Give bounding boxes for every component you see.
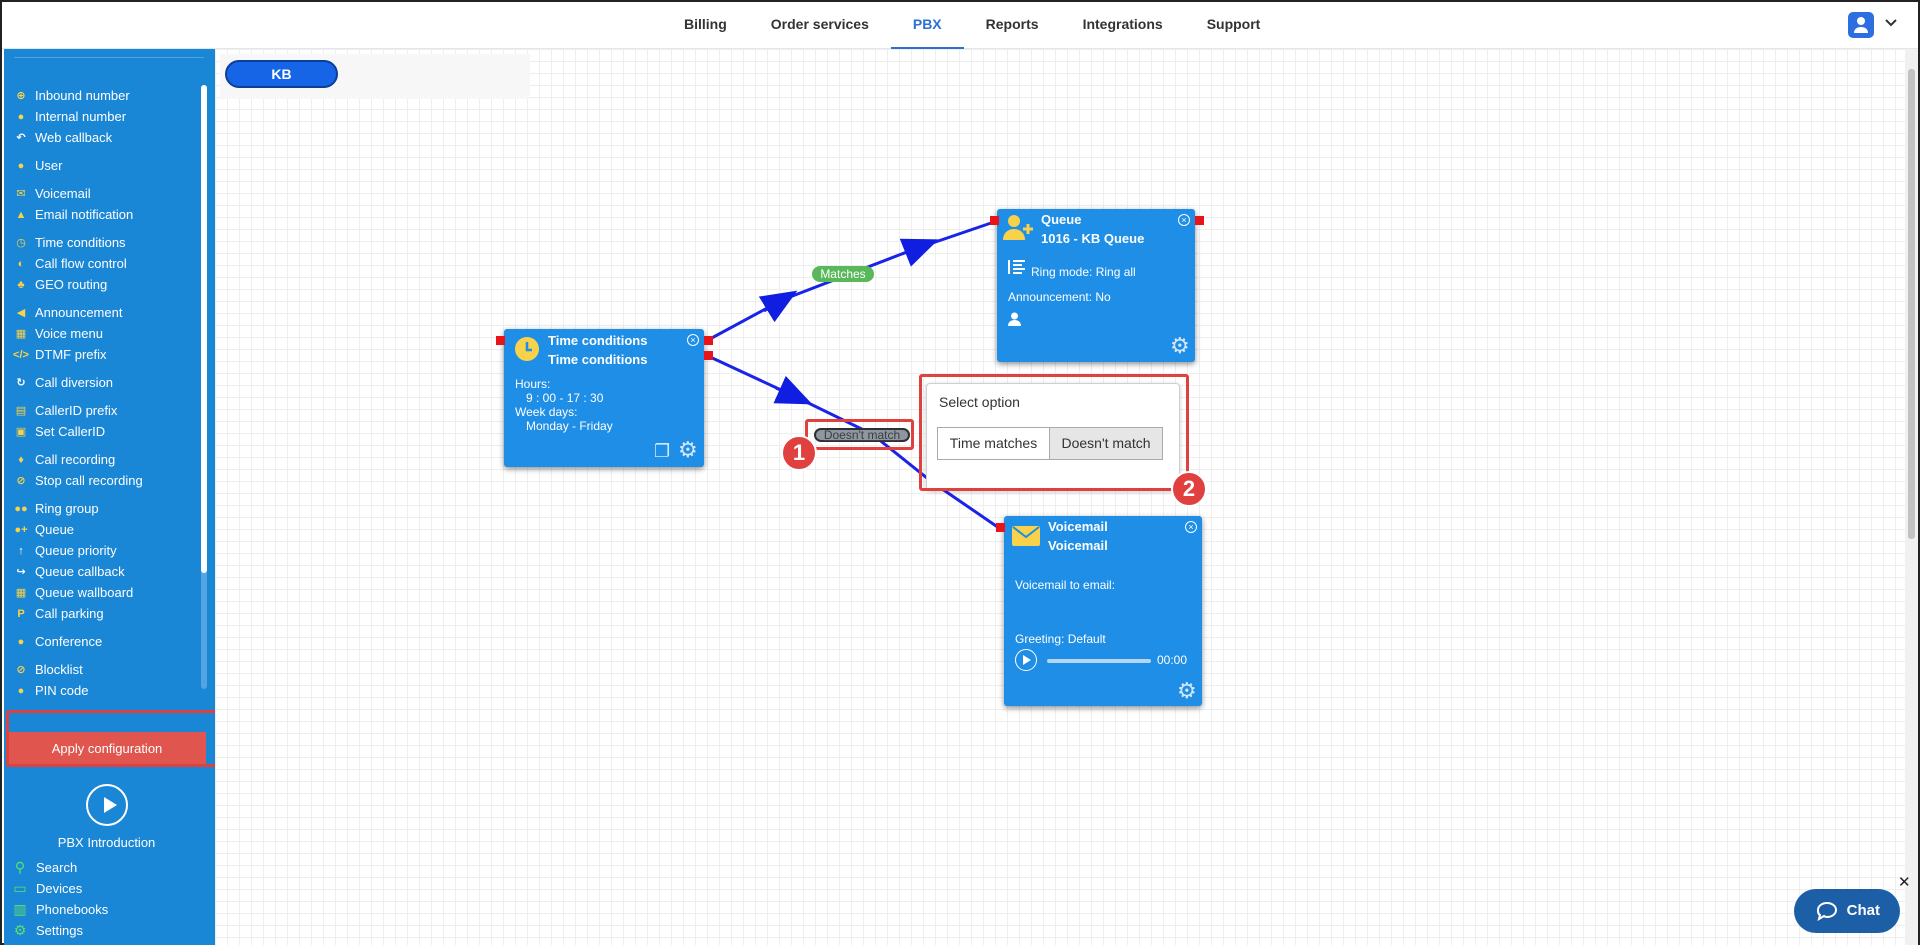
step-badge-1: 1 bbox=[781, 435, 817, 471]
hours-label: Hours: bbox=[515, 377, 551, 391]
week-days-label: Week days: bbox=[515, 405, 578, 419]
close-icon[interactable]: × bbox=[687, 334, 699, 346]
step-badge-2: 2 bbox=[1171, 471, 1207, 507]
list-indent-icon bbox=[1008, 260, 1025, 274]
hours-value: 9 : 00 - 17 : 30 bbox=[526, 391, 604, 405]
close-icon[interactable]: ✕ bbox=[1898, 875, 1912, 890]
audio-time: 00:00 bbox=[1157, 653, 1188, 667]
week-days-value: Monday - Friday bbox=[526, 419, 613, 433]
announcement: Announcement: No bbox=[1008, 290, 1111, 304]
input-port[interactable] bbox=[996, 523, 1005, 532]
close-icon[interactable]: × bbox=[1178, 214, 1190, 226]
node-title: Voicemail bbox=[1048, 519, 1108, 534]
highlight-box-2 bbox=[919, 374, 1189, 491]
greeting: Greeting: Default bbox=[1015, 632, 1106, 646]
input-port[interactable] bbox=[496, 336, 505, 345]
node-subtitle: Voicemail bbox=[1048, 538, 1108, 553]
node-title: Time conditions bbox=[548, 333, 648, 348]
arrow-matches-2 bbox=[899, 238, 939, 267]
output-port[interactable] bbox=[1195, 216, 1204, 225]
ring-mode: Ring mode: Ring all bbox=[1031, 265, 1136, 279]
highlight-box-1 bbox=[805, 419, 914, 450]
edge-label-matches[interactable]: Matches bbox=[812, 266, 874, 282]
close-icon[interactable]: × bbox=[1185, 521, 1197, 533]
input-port[interactable] bbox=[990, 216, 999, 225]
node-subtitle: Time conditions bbox=[548, 352, 648, 367]
chat-bubble-icon bbox=[1816, 901, 1838, 921]
gear-icon[interactable]: ⚙ bbox=[1170, 335, 1190, 357]
user-plus-icon bbox=[1003, 215, 1033, 240]
time-conditions-node[interactable]: Time conditions Time conditions × Hours:… bbox=[504, 329, 704, 467]
gear-icon[interactable]: ⚙ bbox=[678, 439, 698, 461]
output-port-matches[interactable] bbox=[704, 336, 713, 345]
audio-progress-bar[interactable] bbox=[1047, 659, 1151, 663]
gear-icon[interactable]: ⚙ bbox=[1177, 680, 1197, 702]
user-icon bbox=[1008, 312, 1021, 326]
voicemail-to-email: Voicemail to email: bbox=[1015, 578, 1116, 592]
arrow-matches-1 bbox=[758, 290, 798, 323]
clock-icon bbox=[515, 337, 539, 361]
chat-label: Chat bbox=[1846, 902, 1880, 919]
arrow-doesnt-match bbox=[773, 375, 813, 405]
play-button[interactable] bbox=[1015, 649, 1037, 671]
output-port-doesnt-match[interactable] bbox=[704, 351, 713, 360]
queue-node[interactable]: Queue 1016 - KB Queue × Ring mode: Ring … bbox=[997, 209, 1195, 362]
voicemail-node[interactable]: Voicemail Voicemail × Voicemail to email… bbox=[1004, 516, 1202, 706]
play-icon bbox=[1023, 655, 1031, 665]
copy-icon[interactable]: ❐ bbox=[654, 440, 670, 462]
node-title: Queue bbox=[1041, 212, 1082, 227]
envelope-icon bbox=[1012, 526, 1040, 546]
node-subtitle: 1016 - KB Queue bbox=[1041, 231, 1145, 246]
chat-button[interactable]: Chat bbox=[1794, 889, 1900, 933]
